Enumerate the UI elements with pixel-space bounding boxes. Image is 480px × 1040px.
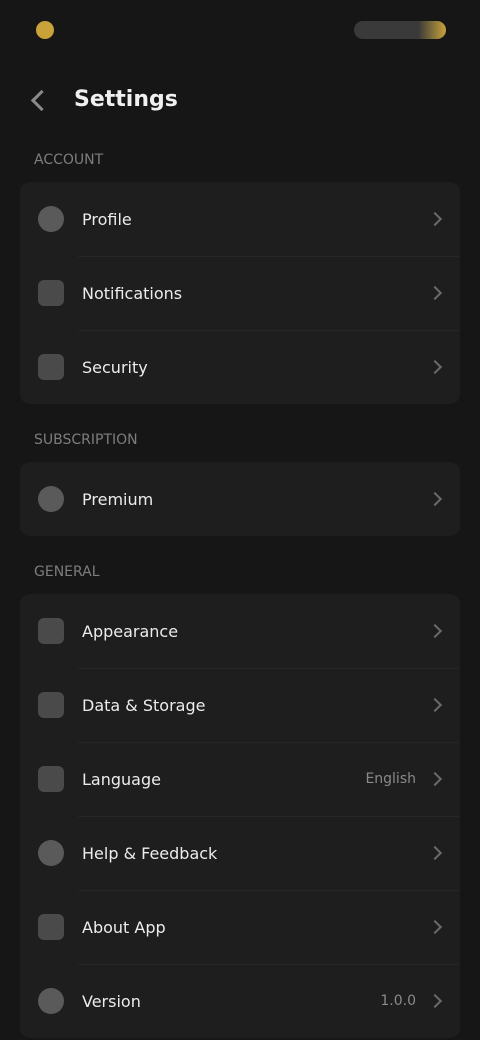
status-bar (0, 0, 480, 60)
info-icon (38, 914, 64, 940)
row-label: Version (82, 991, 141, 1011)
settings-row-security[interactable]: Security (20, 330, 460, 404)
section-label-account: ACCOUNT (34, 152, 104, 168)
row-value: 1.0.0 (380, 993, 416, 1009)
back-arrow-icon[interactable] (30, 88, 52, 110)
settings-row-language[interactable]: Language English (20, 742, 460, 816)
help-icon (38, 840, 64, 866)
user-icon (38, 206, 64, 232)
settings-row-version[interactable]: Version 1.0.0 (20, 964, 460, 1038)
tag-icon (38, 988, 64, 1014)
settings-row-premium[interactable]: Premium (20, 462, 460, 536)
status-left (36, 21, 54, 39)
chevron-right-icon (427, 919, 443, 935)
account-card: Profile Notifications Security (20, 182, 460, 404)
chevron-right-icon (427, 845, 443, 861)
section-label-subscription: SUBSCRIPTION (34, 432, 138, 448)
shield-icon (38, 354, 64, 380)
row-label: Data & Storage (82, 695, 206, 715)
settings-row-help[interactable]: Help & Feedback (20, 816, 460, 890)
chevron-right-icon (427, 697, 443, 713)
settings-row-appearance[interactable]: Appearance (20, 594, 460, 668)
chevron-right-icon (427, 491, 443, 507)
chevron-right-icon (427, 623, 443, 639)
row-label: Security (82, 357, 148, 377)
row-label: Notifications (82, 283, 183, 303)
chevron-right-icon (427, 359, 443, 375)
header: Settings (0, 60, 480, 138)
chevron-right-icon (427, 211, 443, 227)
palette-icon (38, 618, 64, 644)
settings-row-data-storage[interactable]: Data & Storage (20, 668, 460, 742)
row-label: Premium (82, 489, 154, 509)
chevron-right-icon (427, 993, 443, 1009)
bell-icon (38, 280, 64, 306)
settings-row-about[interactable]: About App (20, 890, 460, 964)
settings-row-notifications[interactable]: Notifications (20, 256, 460, 330)
status-indicator-pill (354, 21, 446, 39)
settings-row-profile[interactable]: Profile (20, 182, 460, 256)
section-label-general: GENERAL (34, 564, 100, 580)
subscription-card: Premium (20, 462, 460, 536)
row-label: Help & Feedback (82, 843, 218, 863)
chevron-right-icon (427, 285, 443, 301)
app-logo-icon (36, 21, 54, 39)
row-label: Appearance (82, 621, 179, 641)
star-icon (38, 486, 64, 512)
row-value: English (365, 771, 416, 787)
row-label: Language (82, 769, 161, 789)
row-label: About App (82, 917, 166, 937)
row-label: Profile (82, 209, 132, 229)
database-icon (38, 692, 64, 718)
page-title: Settings (74, 86, 178, 112)
chevron-right-icon (427, 771, 443, 787)
globe-icon (38, 766, 64, 792)
general-card: Appearance Data & Storage Language Engli… (20, 594, 460, 1038)
